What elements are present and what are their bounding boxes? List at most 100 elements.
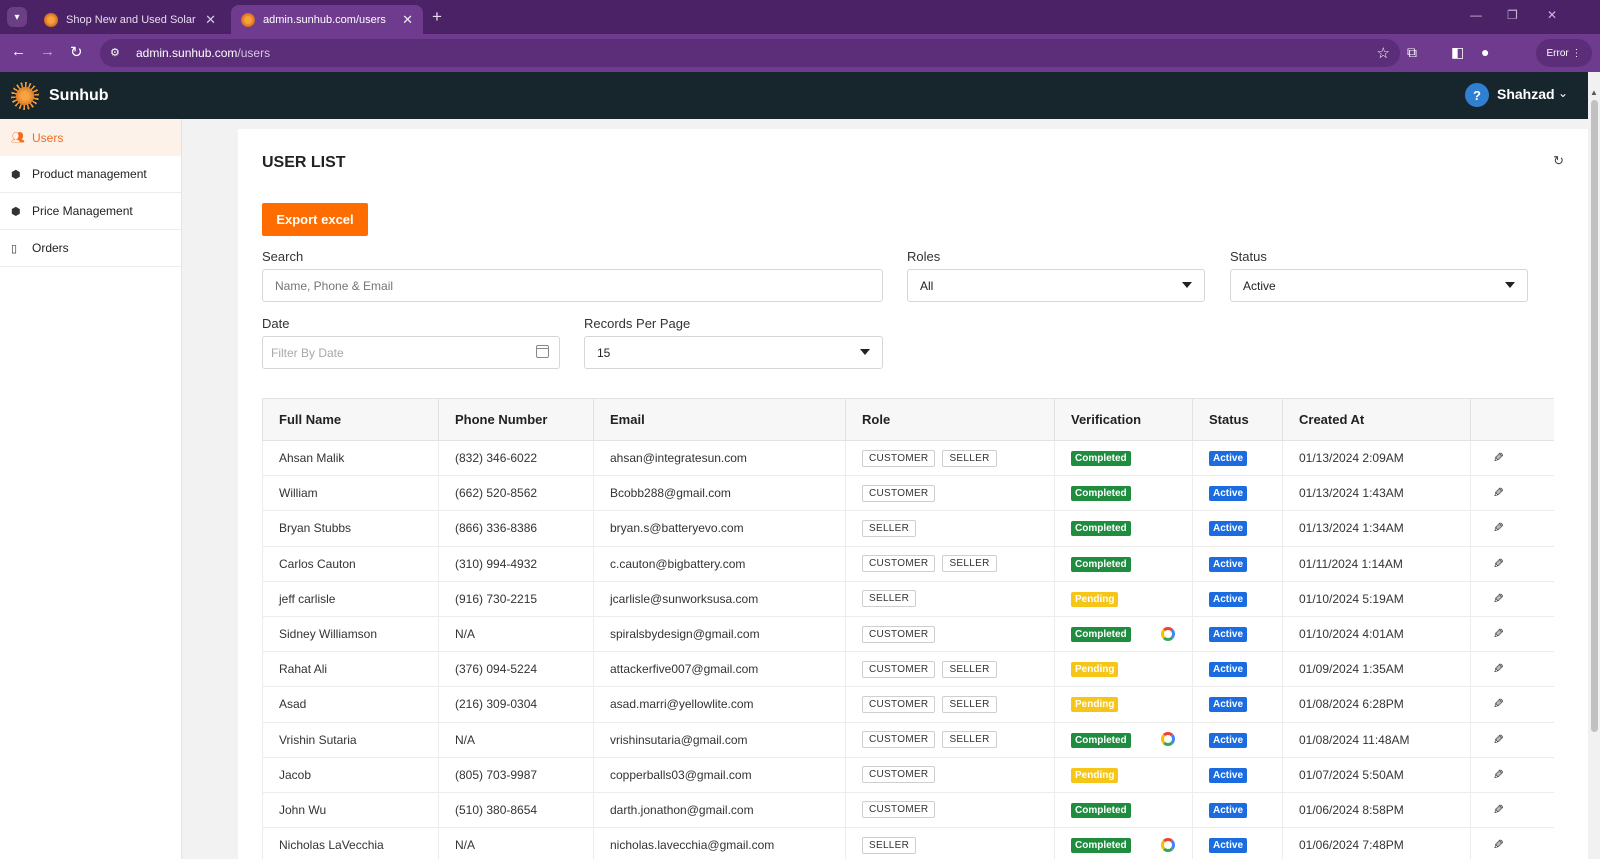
records-per-page-select[interactable]: 15 — [584, 336, 883, 369]
extensions-puzzle-icon[interactable]: ⧉ — [1407, 44, 1417, 61]
chevron-down-icon[interactable]: ⌄ — [1558, 86, 1568, 100]
records-selected-value: 15 — [597, 345, 611, 360]
table-row[interactable]: Sidney Williamson N/A spiralsbydesign@gmai… — [262, 616, 1554, 653]
table-row[interactable]: Jacob (805) 703-9987 copperballs03@gmail.c… — [262, 757, 1554, 793]
edit-pencil-icon[interactable]: ✎ — [1493, 661, 1504, 677]
edit-pencil-icon[interactable]: ✎ — [1493, 591, 1504, 607]
browser-tab-inactive[interactable]: Shop New and Used Solar Panels ✕ — [34, 5, 226, 34]
sidebar-item-label: Orders — [32, 241, 69, 255]
table-row[interactable]: Bryan Stubbs (866) 336-8386 bryan.s@batter… — [262, 510, 1554, 547]
tab-search-chevron-icon[interactable]: ▾ — [7, 7, 27, 27]
table-row[interactable]: jeff carlisle (916) 730-2215 jcarlisle@sun… — [262, 581, 1554, 617]
cell-status: Active — [1192, 686, 1283, 723]
cell-status: Active — [1192, 827, 1283, 859]
cell-actions: ✎ — [1470, 581, 1554, 617]
cell-verification: Pending — [1054, 686, 1193, 723]
sidebar-item-users[interactable]: 👥︎ Users — [0, 119, 181, 156]
cell-full-name: Bryan Stubbs — [262, 510, 439, 547]
table-row[interactable]: William (662) 520-8562 Bcobb288@gmail.com C… — [262, 475, 1554, 512]
verification-badge: Completed — [1071, 732, 1131, 748]
edit-pencil-icon[interactable]: ✎ — [1493, 732, 1504, 748]
records-per-page-label: Records Per Page — [584, 316, 691, 331]
minimize-icon[interactable]: — — [1470, 8, 1482, 22]
status-badge: Active — [1209, 521, 1248, 537]
column-header[interactable]: Role — [845, 398, 1055, 441]
role-tag: SELLER — [862, 836, 917, 854]
column-header[interactable]: Verification — [1054, 398, 1193, 441]
cell-full-name: William — [262, 475, 439, 512]
tab-close-icon[interactable]: ✕ — [205, 12, 216, 28]
sidebar-item-orders[interactable]: ▯ Orders — [0, 230, 181, 267]
sidebar-item-price-management[interactable]: ⬢ Price Management — [0, 193, 181, 230]
browser-tab-active[interactable]: admin.sunhub.com/users ✕ — [231, 5, 423, 34]
column-header[interactable]: Created At — [1282, 398, 1471, 441]
forward-arrow-icon[interactable]: → — [40, 43, 55, 60]
date-filter-input[interactable]: Filter By Date — [262, 336, 560, 369]
restore-icon[interactable]: ❐ — [1507, 8, 1518, 22]
table-row[interactable]: Vrishin Sutaria N/A vrishinsutaria@gmail.c… — [262, 722, 1554, 758]
user-menu[interactable]: Shahzad — [1497, 86, 1555, 102]
profile-error-button[interactable]: Error ⋮ — [1536, 39, 1592, 67]
column-header[interactable]: Phone Number — [438, 398, 594, 441]
status-select[interactable]: Active — [1230, 269, 1528, 302]
role-tag: CUSTOMER — [862, 731, 936, 749]
scroll-up-arrow-icon[interactable]: ▲ — [1590, 88, 1598, 97]
side-panel-icon[interactable]: ◧ — [1451, 44, 1464, 61]
status-badge: Active — [1209, 767, 1248, 783]
cell-email: vrishinsutaria@gmail.com — [593, 722, 846, 758]
address-bar[interactable]: ⚙ admin.sunhub.com/users ☆ — [100, 39, 1400, 67]
sidebar-item-product-management[interactable]: ⬢ Product management — [0, 156, 181, 193]
edit-pencil-icon[interactable]: ✎ — [1493, 520, 1504, 536]
table-row[interactable]: Asad (216) 309-0304 asad.marri@yellowlite.… — [262, 686, 1554, 723]
reload-icon[interactable]: ↻ — [70, 43, 83, 61]
role-tag: CUSTOMER — [862, 660, 936, 678]
table-row[interactable]: John Wu (510) 380-8654 darth.jonathon@gmai… — [262, 792, 1554, 829]
edit-pencil-icon[interactable]: ✎ — [1493, 626, 1504, 642]
edit-pencil-icon[interactable]: ✎ — [1493, 837, 1504, 853]
back-arrow-icon[interactable]: ← — [11, 43, 26, 60]
edit-pencil-icon[interactable]: ✎ — [1493, 767, 1504, 783]
cell-email: c.cauton@bigbattery.com — [593, 546, 846, 582]
site-settings-icon[interactable]: ⚙ — [110, 46, 124, 60]
role-tag: SELLER — [942, 660, 997, 678]
profile-avatar-icon[interactable]: ● — [1481, 44, 1489, 60]
scroll-thumb[interactable] — [1591, 100, 1598, 732]
cubes-icon: ⬢ — [11, 205, 21, 218]
table-row[interactable]: Rahat Ali (376) 094-5224 attackerfive007@g… — [262, 651, 1554, 688]
cell-phone: (216) 309-0304 — [438, 686, 594, 723]
edit-pencil-icon[interactable]: ✎ — [1493, 485, 1504, 501]
bookmark-star-icon[interactable]: ☆ — [1377, 44, 1390, 62]
cell-status: Active — [1192, 510, 1283, 547]
new-tab-plus-icon[interactable]: + — [432, 7, 442, 27]
table-row[interactable]: Nicholas LaVecchia N/A nicholas.lavecchia@… — [262, 827, 1554, 859]
table-row[interactable]: Ahsan Malik (832) 346-6022 ahsan@integrate… — [262, 440, 1554, 477]
column-header[interactable]: Status — [1192, 398, 1283, 441]
edit-pencil-icon[interactable]: ✎ — [1493, 450, 1504, 466]
cell-email: Bcobb288@gmail.com — [593, 475, 846, 512]
roles-select[interactable]: All — [907, 269, 1205, 302]
column-header[interactable]: Full Name — [262, 398, 439, 441]
column-header[interactable]: Email — [593, 398, 846, 441]
export-excel-button[interactable]: Export excel — [262, 203, 368, 236]
cell-email: asad.marri@yellowlite.com — [593, 686, 846, 723]
window-close-icon[interactable]: ✕ — [1547, 8, 1557, 22]
edit-pencil-icon[interactable]: ✎ — [1493, 696, 1504, 712]
page-scrollbar[interactable]: ▲ — [1588, 72, 1600, 859]
table-row[interactable]: Carlos Cauton (310) 994-4932 c.cauton@bigb… — [262, 546, 1554, 582]
roles-selected-value: All — [920, 278, 934, 293]
table-header-row: Full Name Phone Number Email Role Verifi… — [262, 398, 1554, 441]
refresh-icon[interactable]: ↻ — [1553, 153, 1564, 169]
verification-badge: Completed — [1071, 838, 1131, 854]
edit-pencil-icon[interactable]: ✎ — [1493, 802, 1504, 818]
sidebar-item-label: Price Management — [32, 204, 133, 218]
calendar-icon[interactable] — [536, 345, 549, 358]
tab-close-icon[interactable]: ✕ — [402, 12, 413, 28]
roles-label: Roles — [907, 249, 941, 264]
search-input[interactable] — [262, 269, 883, 302]
edit-pencil-icon[interactable]: ✎ — [1493, 556, 1504, 572]
cell-verification: Completed — [1054, 722, 1193, 758]
status-selected-value: Active — [1243, 278, 1276, 293]
browser-tab-strip: ▾ Shop New and Used Solar Panels ✕ admin… — [0, 0, 1600, 34]
help-icon[interactable]: ? — [1465, 83, 1489, 107]
cell-status: Active — [1192, 581, 1283, 617]
